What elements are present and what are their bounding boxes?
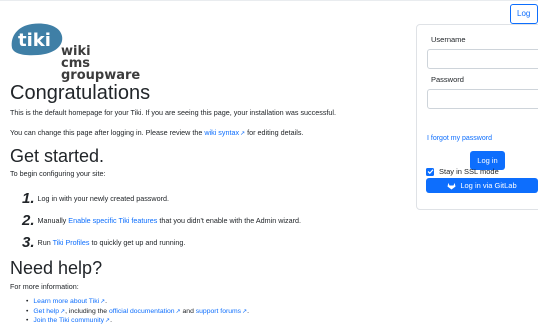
tiki-logo[interactable]: tiki wiki cms groupware	[6, 16, 166, 82]
get-help-link[interactable]: Get help	[33, 308, 59, 315]
list-item: Learn more about Tiki↗.	[26, 298, 249, 305]
top-border	[0, 0, 538, 1]
check-icon	[427, 169, 433, 175]
password-input[interactable]	[427, 89, 538, 109]
learn-more-link[interactable]: Learn more about Tiki	[33, 298, 99, 305]
step-3: 3. Run Tiki Profiles to quickly get up an…	[22, 234, 186, 251]
gitlab-icon	[447, 182, 456, 190]
header-login-button[interactable]: Log in	[510, 4, 538, 36]
tiki-profiles-link[interactable]: Tiki Profiles	[53, 238, 90, 247]
get-started-intro: To begin configuring your site:	[10, 169, 106, 178]
list-item: Get help↗, including the official docume…	[26, 308, 249, 315]
tiki-logo-icon: tiki	[11, 23, 63, 56]
ssl-label: Stay in SSL mode	[439, 167, 499, 176]
change-page-text: You can change this page after logging i…	[10, 128, 304, 137]
list-item: Join the Tiki community↗.	[26, 317, 249, 324]
password-label: Password	[431, 75, 464, 84]
svg-text:tiki: tiki	[18, 30, 51, 51]
step-2: 2. Manually Enable specific Tiki features…	[22, 212, 301, 229]
gitlab-login-button[interactable]: Log in via GitLab	[426, 178, 538, 193]
support-forums-link[interactable]: support forums	[196, 308, 241, 315]
enable-features-link[interactable]: Enable specific Tiki features	[68, 216, 157, 225]
step-1: 1. Log in with your newly created passwor…	[22, 190, 169, 207]
help-list: Learn more about Tiki↗. Get help↗, inclu…	[26, 298, 249, 327]
ssl-checkbox[interactable]	[426, 167, 434, 176]
get-started-heading: Get started.	[10, 146, 105, 166]
official-docs-link[interactable]: official documentation	[109, 308, 175, 315]
ssl-checkbox-row[interactable]: Stay in SSL mode	[426, 167, 499, 176]
page-title: Congratulations	[10, 82, 151, 104]
intro-text: This is the default homepage for your Ti…	[10, 108, 337, 117]
username-input[interactable]	[427, 49, 538, 69]
wiki-syntax-link[interactable]: wiki syntax	[204, 128, 239, 137]
logo-wordmark: wiki cms groupware	[61, 44, 141, 83]
help-intro: For more information:	[10, 282, 79, 291]
forgot-password-link[interactable]: I forgot my password	[427, 135, 492, 142]
username-label: Username	[431, 35, 466, 44]
need-help-heading: Need help?	[10, 258, 103, 278]
join-community-link[interactable]: Join the Tiki community	[33, 317, 104, 324]
